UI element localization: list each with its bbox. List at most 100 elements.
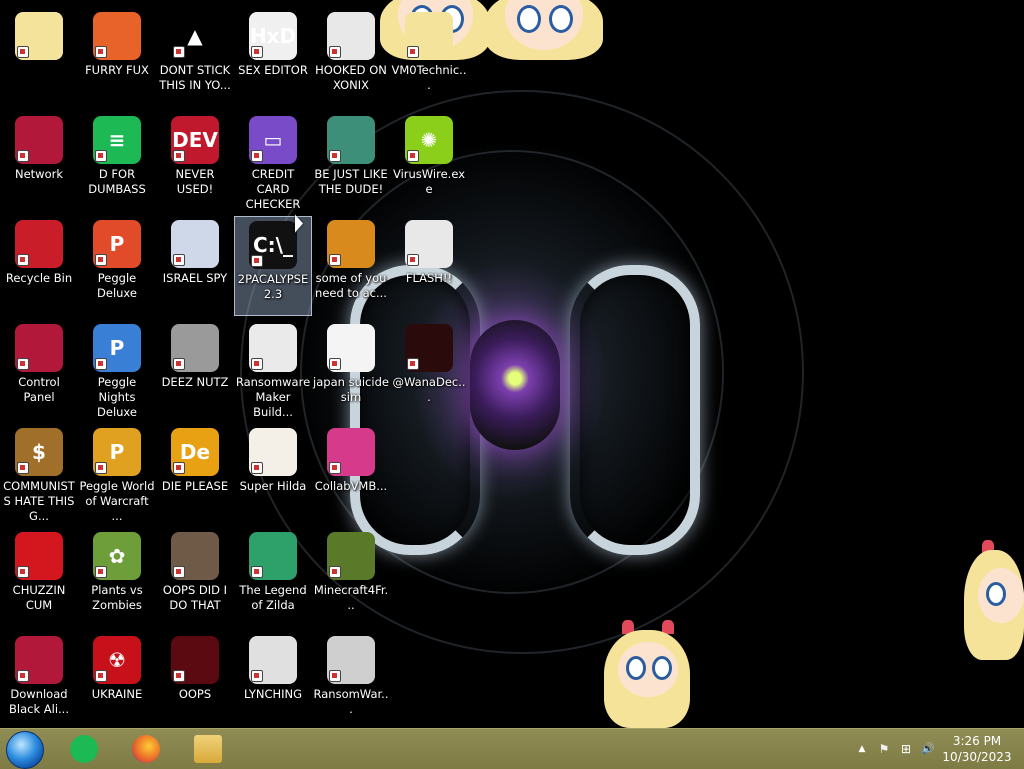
desktop-icon[interactable]: RansomWar... [312,632,390,728]
desktop-icon-label: The Legend of Zilda [239,583,307,612]
file-explorer-icon [194,735,222,763]
desktop-icon[interactable]: CollabVMB... [312,424,390,524]
start-button[interactable] [6,731,44,769]
desktop-icon[interactable]: FURRY FUX [78,8,156,108]
desktop-icon[interactable]: HOOKED ON XONIX [312,8,390,108]
desktop-icon[interactable]: CHUZZIN CUM [0,528,78,628]
desktop-icon[interactable]: BE JUST LIKE THE DUDE! [312,112,390,212]
desktop-icon[interactable]: ▲ DONT STICK THIS IN YO... [156,8,234,108]
shortcut-arrow-icon [251,150,263,162]
desktop-icon-label: 2PACALYPSE 2.3 [237,272,309,301]
app-icon: P [93,220,141,268]
desktop-icon-label: Ransomware Maker Build... [235,375,311,419]
desktop-icon[interactable]: HxD SEX EDITOR [234,8,312,108]
app-icon [249,324,297,372]
desktop-icon[interactable]: FLASH!! [390,216,468,316]
shortcut-arrow-icon [173,254,185,266]
action-center-flag-icon[interactable]: ⚑ [876,741,892,757]
desktop-icon[interactable]: De DIE PLEASE [156,424,234,524]
desktop-icon[interactable]: LYNCHING [234,632,312,728]
clock[interactable]: 3:26 PM 10/30/2023 [942,733,1012,765]
desktop-icon[interactable]: some of you need to ac... [312,216,390,316]
desktop-icon-label: DEEZ NUTZ [161,375,229,389]
desktop-icon-label: HOOKED ON XONIX [315,63,387,92]
desktop-icon-label: CollabVMB... [314,479,388,493]
app-icon: ▲ [171,12,219,60]
shortcut-arrow-icon [173,358,185,370]
taskbar-app-firefox[interactable] [120,732,172,766]
desktop-icon-label: DONT STICK THIS IN YO... [159,63,231,92]
app-icon [15,116,63,164]
desktop-icon-label: FLASH!! [405,271,453,285]
desktop-icon[interactable]: DEEZ NUTZ [156,320,234,420]
app-icon: De [171,428,219,476]
app-icon [15,12,63,60]
desktop-icon[interactable]: Ransomware Maker Build... [234,320,312,420]
desktop-icon-label: Peggle Nights Deluxe [97,375,137,419]
network-icon[interactable]: ⊞ [898,741,914,757]
firefox-icon [132,735,160,763]
desktop-icon-label: DIE PLEASE [161,479,229,493]
desktop-icon[interactable]: Control Panel [0,320,78,420]
shortcut-arrow-icon [173,566,185,578]
desktop-icon[interactable]: The Legend of Zilda [234,528,312,628]
desktop-icon-label: @WanaDec... [392,375,466,404]
spotify-icon [70,735,98,763]
shortcut-arrow-icon [329,670,341,682]
desktop-icon[interactable]: ✿ Plants vs Zombies [78,528,156,628]
desktop-icon-unlabeled[interactable] [0,8,78,108]
desktop-icon[interactable]: P Peggle Nights Deluxe [78,320,156,420]
desktop-icon-label: Peggle World of Warcraft ... [79,479,155,523]
desktop-icon[interactable]: VM0Technic... [390,8,468,108]
desktop-icon[interactable]: ≡ D FOR DUMBASS [78,112,156,212]
mouse-cursor [295,214,303,236]
desktop[interactable]: FURRY FUX ▲ DONT STICK THIS IN YO... HxD SEX… [0,0,1024,728]
shortcut-arrow-icon [329,462,341,474]
desktop-icon-label: D FOR DUMBASS [88,167,146,196]
taskbar-app-file-explorer[interactable] [182,732,234,766]
app-icon: $ [15,428,63,476]
shortcut-arrow-icon [95,150,107,162]
app-icon [15,532,63,580]
desktop-icon-label: japan suicide sim [313,375,389,404]
app-icon [327,324,375,372]
volume-icon[interactable]: 🔊 [920,741,936,757]
desktop-icon[interactable]: DEV NEVER USED! [156,112,234,212]
desktop-icon[interactable]: Recycle Bin [0,216,78,316]
desktop-icon[interactable]: ✺ VirusWire.exe [390,112,468,212]
wallpaper-core [470,320,560,450]
desktop-icon-label: Peggle Deluxe [97,271,137,300]
clock-date: 10/30/2023 [942,750,1012,764]
shortcut-arrow-icon [173,150,185,162]
shortcut-arrow-icon [95,462,107,474]
desktop-icon[interactable]: OOPS DID I DO THAT [156,528,234,628]
shortcut-arrow-icon [407,358,419,370]
desktop-icon[interactable]: Download Black Ali... [0,632,78,728]
shortcut-arrow-icon [251,462,263,474]
shortcut-arrow-icon [251,46,263,58]
desktop-icon[interactable]: P Peggle World of Warcraft ... [78,424,156,524]
desktop-icon[interactable]: $ COMMUNISTS HATE THIS G... [0,424,78,524]
taskbar-app-spotify[interactable] [58,732,110,766]
shortcut-arrow-icon [17,670,29,682]
desktop-icon[interactable]: ☢ UKRAINE [78,632,156,728]
desktop-icon[interactable]: ▭ CREDIT CARD CHECKER [234,112,312,212]
desktop-icon-label: Recycle Bin [5,271,73,285]
app-icon: ☢ [93,636,141,684]
app-icon [249,428,297,476]
app-icon: ▭ [249,116,297,164]
desktop-icon[interactable]: ISRAEL SPY [156,216,234,316]
desktop-icon-label: NEVER USED! [175,167,215,196]
app-icon [171,636,219,684]
desktop-icon[interactable]: Minecraft4Fr... [312,528,390,628]
desktop-icon[interactable]: OOPS [156,632,234,728]
desktop-icon[interactable]: @WanaDec... [390,320,468,420]
show-hidden-icons-icon[interactable]: ▲ [854,741,870,757]
desktop-icon[interactable]: Network [0,112,78,212]
desktop-icon[interactable]: japan suicide sim [312,320,390,420]
desktop-icon-label: some of you need to ac... [315,271,387,300]
shortcut-arrow-icon [407,150,419,162]
desktop-icon[interactable]: Super Hilda [234,424,312,524]
app-icon: ≡ [93,116,141,164]
desktop-icon[interactable]: P Peggle Deluxe [78,216,156,316]
